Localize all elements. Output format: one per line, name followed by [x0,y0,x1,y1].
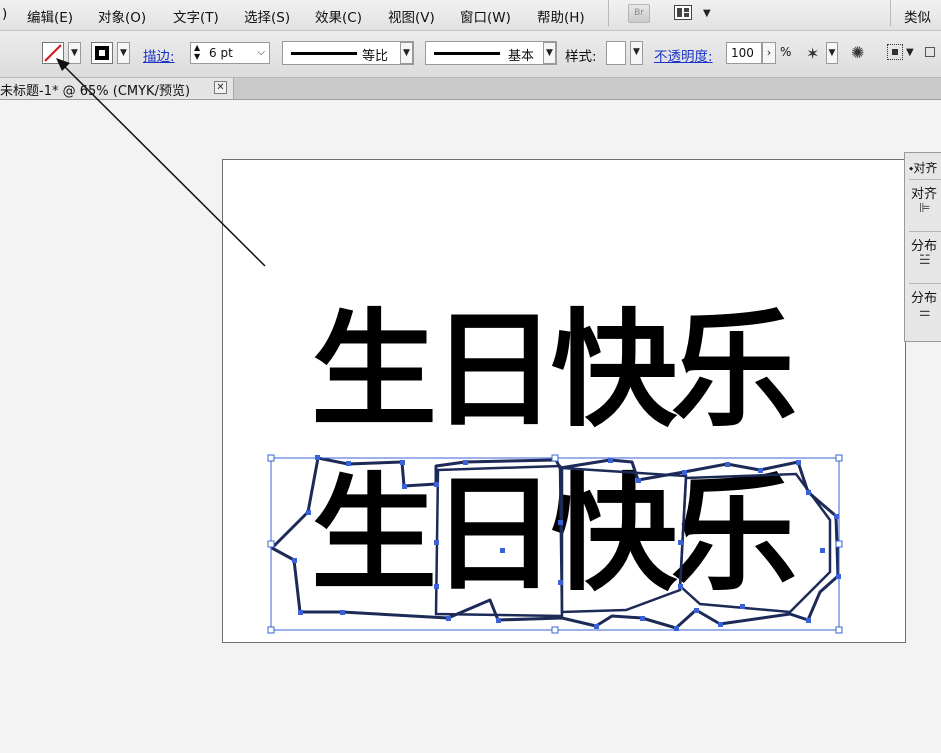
selection-handle[interactable] [835,626,843,634]
selection-handle[interactable] [267,454,275,462]
distribute-spacing-label: 分布 [911,291,938,306]
selection-handle[interactable] [551,454,559,462]
distribute-spacing-icon[interactable]: ⚌ [919,305,931,320]
canvas-overlay [56,58,843,634]
align-panel-title[interactable]: ⬩对齐 [909,159,937,176]
distribute-top-icon[interactable]: ☱ [919,253,931,268]
selection-handle[interactable] [267,626,275,634]
panel-divider [909,231,941,232]
distribute-objects-label: 分布 [911,239,938,254]
outline-offset-path[interactable] [270,456,840,630]
selection-handle[interactable] [267,540,275,548]
selection-handle[interactable] [551,626,559,634]
selection-handle[interactable] [835,540,843,548]
annotation-arrow [56,58,266,267]
align-left-icon[interactable]: ⊫ [919,201,930,216]
panel-divider [909,179,941,180]
selection-handle[interactable] [835,454,843,462]
panel-divider [909,283,941,284]
align-panel: ⬩对齐 对齐 ⊫ 分布 ☱ 分布 ⚌ [904,152,941,342]
align-objects-label: 对齐 [911,187,938,202]
selection-bounding-box[interactable] [267,454,843,634]
anchor-points [292,455,841,631]
